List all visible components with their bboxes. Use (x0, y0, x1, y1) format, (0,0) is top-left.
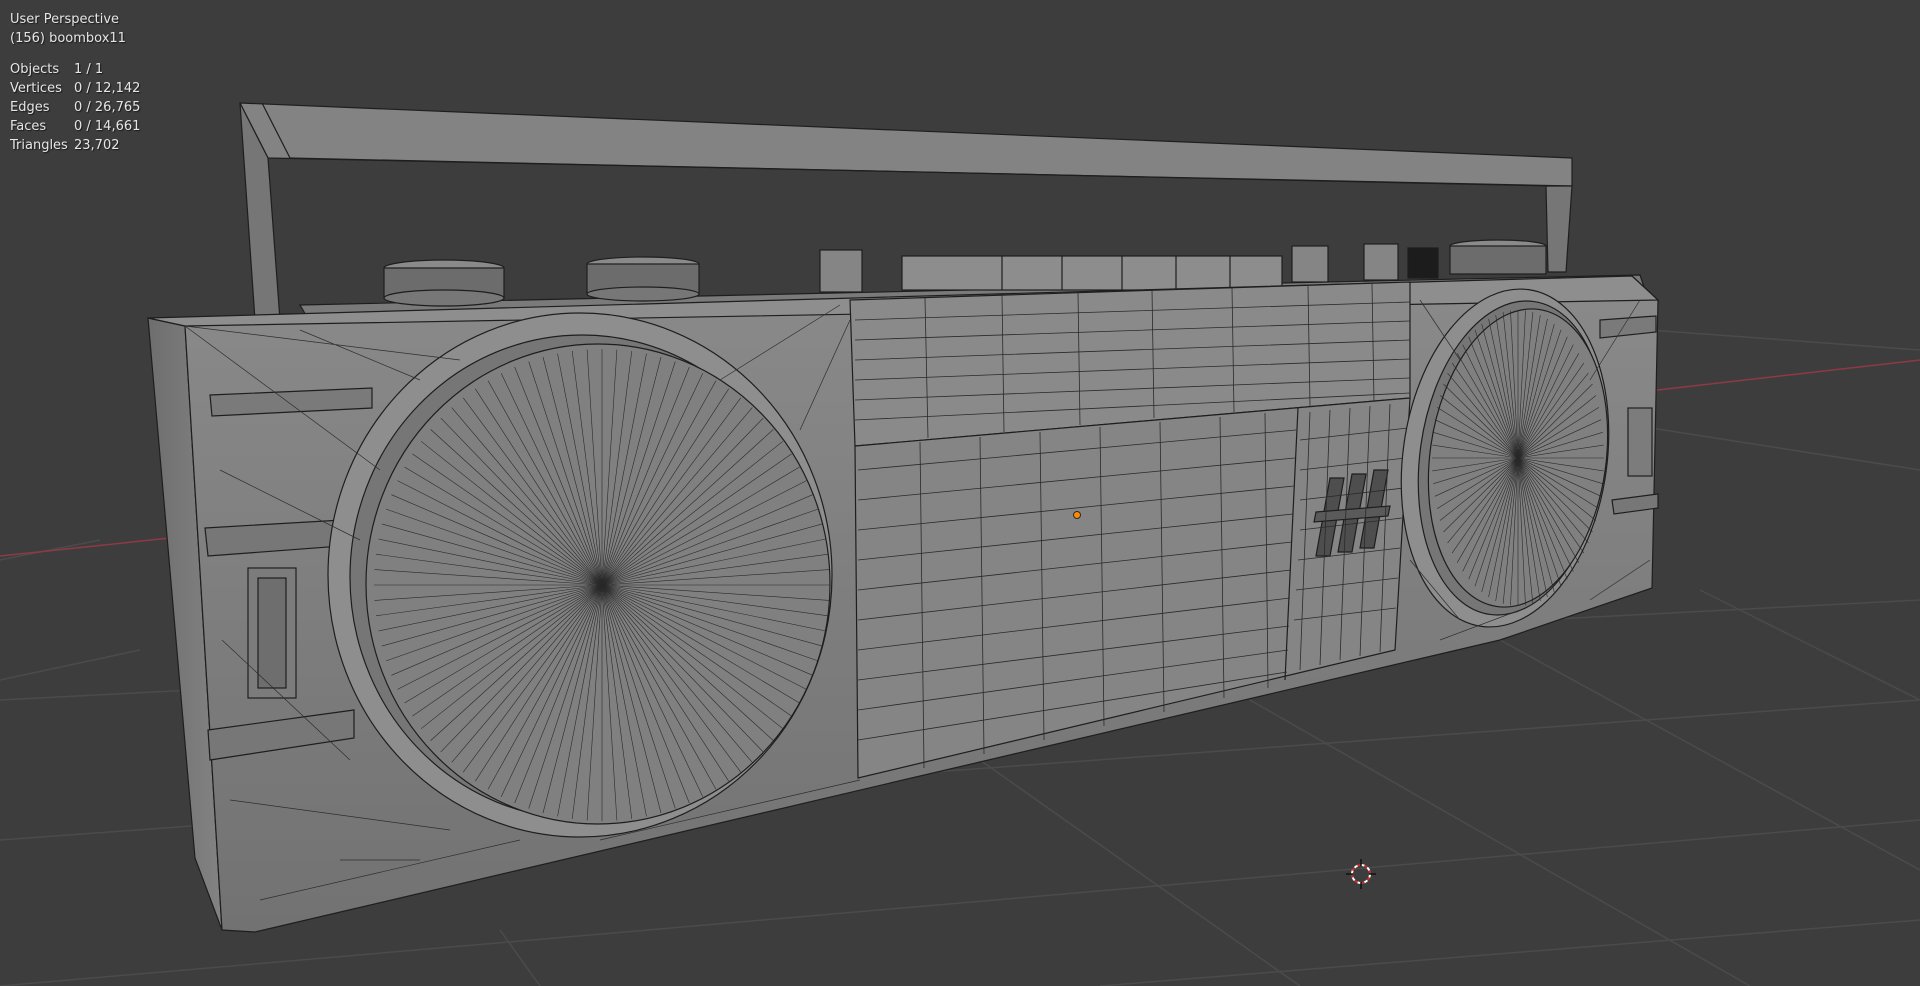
object-origin-dot-icon (1073, 511, 1081, 519)
left-speaker (327, 312, 833, 838)
3d-viewport[interactable]: User Perspective (156) boombox11 Objects… (0, 0, 1920, 986)
viewport-scene[interactable] (0, 0, 1920, 986)
3d-cursor-icon[interactable] (1346, 859, 1376, 889)
